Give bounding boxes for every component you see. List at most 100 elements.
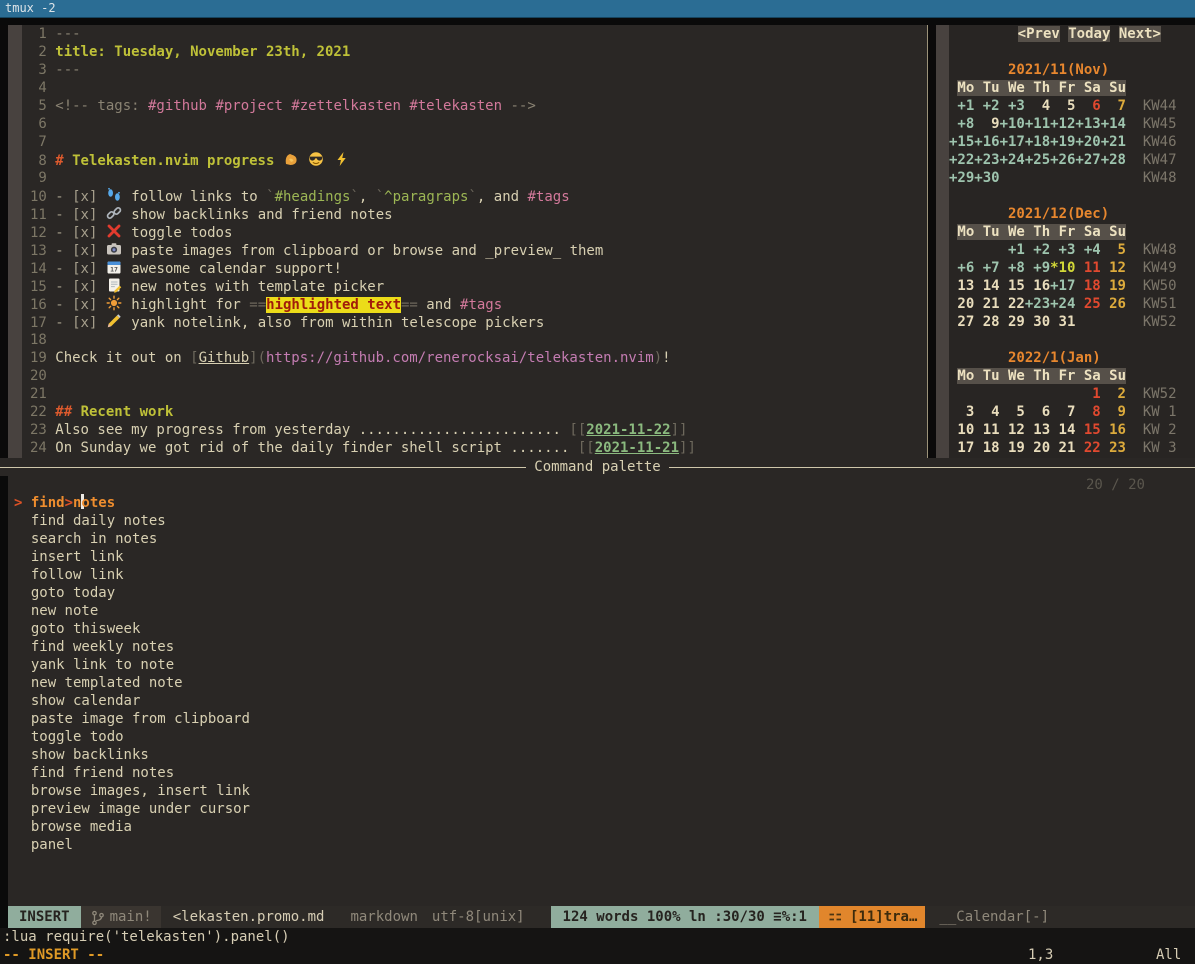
calendar-day[interactable]: 16 bbox=[1025, 277, 1050, 295]
editor-line[interactable]: 22## Recent work bbox=[22, 403, 927, 421]
palette-item[interactable]: yank link to note bbox=[8, 656, 1195, 674]
calendar-day[interactable]: 13 bbox=[949, 277, 974, 295]
calendar-day[interactable]: +3 bbox=[1000, 97, 1025, 115]
palette-item[interactable]: toggle todo bbox=[8, 728, 1195, 746]
git-branch-segment[interactable]: main! bbox=[81, 906, 161, 928]
editor-buffer[interactable]: 1---2title: Tuesday, November 23th, 2021… bbox=[22, 25, 927, 458]
calendar-day[interactable]: +29 bbox=[949, 169, 974, 187]
calendar-day[interactable]: 15 bbox=[1000, 277, 1025, 295]
calendar-day[interactable]: +26 bbox=[1050, 151, 1075, 169]
editor-line[interactable]: 10- [x] follow links to `#headings`, `^p… bbox=[22, 187, 927, 205]
editor-line[interactable]: 12- [x] toggle todos bbox=[22, 223, 927, 241]
calendar-day[interactable]: 9 bbox=[1101, 403, 1126, 421]
calendar-day[interactable]: 22 bbox=[1075, 439, 1100, 457]
calendar-day[interactable]: +16 bbox=[974, 133, 999, 151]
calendar-day[interactable]: 15 bbox=[1075, 421, 1100, 439]
calendar-today-button[interactable]: Today bbox=[1068, 26, 1110, 42]
editor-line[interactable]: 16- [x] highlight for ==highlighted text… bbox=[22, 295, 927, 313]
calendar-day[interactable]: 25 bbox=[1075, 295, 1100, 313]
editor-line[interactable]: 15- [x] new notes with template picker bbox=[22, 277, 927, 295]
calendar-day[interactable]: +24 bbox=[1050, 295, 1075, 313]
palette-item[interactable]: new templated note bbox=[8, 674, 1195, 692]
calendar-day[interactable]: 21 bbox=[1050, 439, 1075, 457]
calendar-day[interactable]: +7 bbox=[974, 259, 999, 277]
palette-item[interactable]: insert link bbox=[8, 548, 1195, 566]
calendar-day[interactable]: 3 bbox=[949, 403, 974, 421]
calendar-day[interactable]: 20 bbox=[949, 295, 974, 313]
editor-line[interactable]: 13- [x] paste images from clipboard or b… bbox=[22, 241, 927, 259]
calendar-day[interactable]: 28 bbox=[974, 313, 999, 331]
calendar-day[interactable]: 26 bbox=[1101, 295, 1126, 313]
calendar-day[interactable]: +8 bbox=[1000, 259, 1025, 277]
editor-line[interactable]: 24On Sunday we got rid of the daily find… bbox=[22, 439, 927, 457]
calendar-day[interactable]: 23 bbox=[1101, 439, 1126, 457]
calendar-day[interactable]: +14 bbox=[1101, 115, 1126, 133]
calendar-day[interactable]: +17 bbox=[1050, 277, 1075, 295]
calendar-day[interactable]: +27 bbox=[1075, 151, 1100, 169]
editor-line[interactable]: 20 bbox=[22, 367, 927, 385]
calendar-day[interactable]: 13 bbox=[1025, 421, 1050, 439]
calendar-day[interactable]: 4 bbox=[974, 403, 999, 421]
editor-line[interactable]: 5<!-- tags: #github #project #zettelkast… bbox=[22, 97, 927, 115]
calendar-day[interactable]: +4 bbox=[1075, 241, 1100, 259]
calendar-day[interactable]: +20 bbox=[1075, 133, 1100, 151]
palette-item[interactable]: paste image from clipboard bbox=[8, 710, 1195, 728]
palette-item[interactable]: goto thisweek bbox=[8, 620, 1195, 638]
calendar-day[interactable]: 6 bbox=[1075, 97, 1100, 115]
calendar-day[interactable]: +1 bbox=[1000, 241, 1025, 259]
calendar-day[interactable]: +21 bbox=[1101, 133, 1126, 151]
calendar-day[interactable]: 12 bbox=[1000, 421, 1025, 439]
editor-line[interactable]: 3--- bbox=[22, 61, 927, 79]
calendar-day[interactable]: 19 bbox=[1101, 277, 1126, 295]
calendar-day[interactable]: 11 bbox=[974, 421, 999, 439]
calendar-day[interactable]: +18 bbox=[1025, 133, 1050, 151]
palette-item[interactable]: goto today bbox=[8, 584, 1195, 602]
calendar-day[interactable]: 4 bbox=[1025, 97, 1050, 115]
calendar-day[interactable]: +2 bbox=[1025, 241, 1050, 259]
calendar-prev-button[interactable]: <Prev bbox=[1018, 26, 1060, 42]
calendar-day[interactable]: +2 bbox=[974, 97, 999, 115]
calendar-day[interactable]: +28 bbox=[1101, 151, 1126, 169]
calendar-day[interactable]: 9 bbox=[974, 115, 999, 133]
palette-item[interactable]: follow link bbox=[8, 566, 1195, 584]
calendar-day[interactable]: 31 bbox=[1050, 313, 1075, 331]
calendar-day[interactable]: 29 bbox=[1000, 313, 1025, 331]
calendar-day[interactable]: 1 bbox=[1075, 385, 1100, 403]
editor-line[interactable]: 7 bbox=[22, 133, 927, 151]
calendar-day[interactable]: +13 bbox=[1075, 115, 1100, 133]
palette-item[interactable]: new note bbox=[8, 602, 1195, 620]
buffer-tab-segment[interactable]: [11]tra… bbox=[819, 906, 925, 928]
editor-line[interactable]: 21 bbox=[22, 385, 927, 403]
editor-line[interactable]: 4 bbox=[22, 79, 927, 97]
calendar-day[interactable]: 18 bbox=[1075, 277, 1100, 295]
calendar-day[interactable]: 19 bbox=[1000, 439, 1025, 457]
calendar-day[interactable]: 30 bbox=[1025, 313, 1050, 331]
editor-line[interactable]: 9 bbox=[22, 169, 927, 187]
calendar-day[interactable]: 2 bbox=[1101, 385, 1126, 403]
calendar-next-button[interactable]: Next> bbox=[1119, 26, 1161, 42]
editor-scrollbar[interactable] bbox=[8, 25, 22, 458]
palette-item[interactable]: find weekly notes bbox=[8, 638, 1195, 656]
calendar-day[interactable]: +12 bbox=[1050, 115, 1075, 133]
calendar-day[interactable]: 5 bbox=[1101, 241, 1126, 259]
palette-item[interactable]: show calendar bbox=[8, 692, 1195, 710]
calendar-day[interactable]: 7 bbox=[1101, 97, 1126, 115]
palette-item[interactable]: find daily notes bbox=[8, 512, 1195, 530]
calendar-day[interactable]: 5 bbox=[1000, 403, 1025, 421]
palette-item[interactable]: show backlinks bbox=[8, 746, 1195, 764]
editor-line[interactable]: 17- [x] yank notelink, also from within … bbox=[22, 313, 927, 331]
calendar-day[interactable]: 18 bbox=[974, 439, 999, 457]
calendar-day[interactable]: +8 bbox=[949, 115, 974, 133]
calendar-day[interactable]: 27 bbox=[949, 313, 974, 331]
palette-item[interactable]: browse images, insert link bbox=[8, 782, 1195, 800]
command-line[interactable]: :lua require('telekasten').panel() bbox=[0, 928, 1195, 946]
calendar-day[interactable]: 16 bbox=[1101, 421, 1126, 439]
calendar-scrollbar[interactable] bbox=[936, 25, 949, 458]
calendar-day[interactable]: +23 bbox=[1025, 295, 1050, 313]
calendar-day[interactable]: *10 bbox=[1050, 259, 1075, 277]
calendar-day[interactable]: 8 bbox=[1075, 403, 1100, 421]
calendar-day[interactable]: +3 bbox=[1050, 241, 1075, 259]
calendar-day[interactable]: 7 bbox=[1050, 403, 1075, 421]
calendar-day[interactable]: 10 bbox=[949, 421, 974, 439]
editor-line[interactable]: 11- [x] show backlinks and friend notes bbox=[22, 205, 927, 223]
